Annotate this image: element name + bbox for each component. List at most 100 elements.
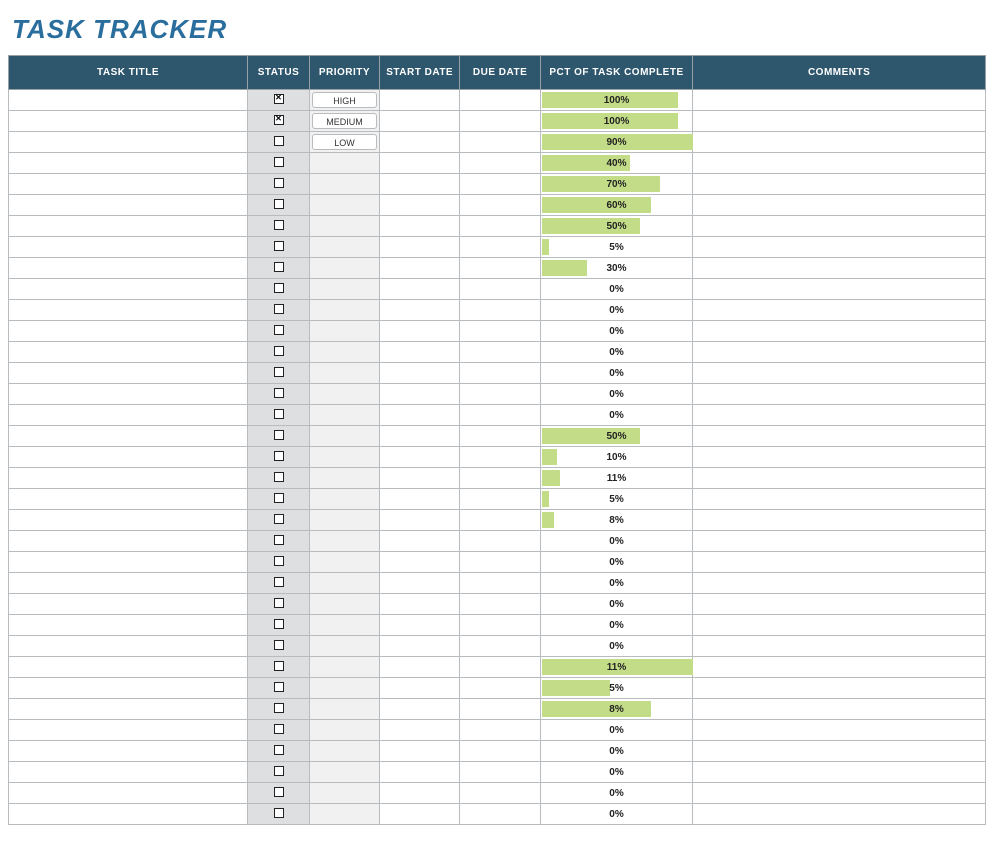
priority-cell[interactable]: HIGH [309, 90, 379, 111]
due-date-cell[interactable] [460, 762, 540, 783]
status-checkbox[interactable] [274, 766, 284, 776]
comments-cell[interactable] [693, 237, 986, 258]
pct-cell[interactable]: 5% [540, 678, 693, 699]
due-date-cell[interactable] [460, 258, 540, 279]
task-title-cell[interactable] [9, 363, 248, 384]
due-date-cell[interactable] [460, 531, 540, 552]
task-title-cell[interactable] [9, 321, 248, 342]
comments-cell[interactable] [693, 426, 986, 447]
pct-cell[interactable]: 0% [540, 741, 693, 762]
status-checkbox[interactable] [274, 388, 284, 398]
comments-cell[interactable] [693, 132, 986, 153]
task-title-cell[interactable] [9, 657, 248, 678]
comments-cell[interactable] [693, 657, 986, 678]
pct-cell[interactable]: 0% [540, 405, 693, 426]
priority-cell[interactable] [309, 384, 379, 405]
start-date-cell[interactable] [380, 552, 460, 573]
pct-cell[interactable]: 50% [540, 426, 693, 447]
priority-cell[interactable] [309, 741, 379, 762]
comments-cell[interactable] [693, 573, 986, 594]
due-date-cell[interactable] [460, 279, 540, 300]
priority-cell[interactable]: LOW [309, 132, 379, 153]
comments-cell[interactable] [693, 489, 986, 510]
task-title-cell[interactable] [9, 762, 248, 783]
status-checkbox[interactable] [274, 115, 284, 125]
due-date-cell[interactable] [460, 489, 540, 510]
comments-cell[interactable] [693, 615, 986, 636]
due-date-cell[interactable] [460, 405, 540, 426]
task-title-cell[interactable] [9, 426, 248, 447]
task-title-cell[interactable] [9, 237, 248, 258]
task-title-cell[interactable] [9, 783, 248, 804]
status-checkbox[interactable] [274, 325, 284, 335]
comments-cell[interactable] [693, 804, 986, 825]
comments-cell[interactable] [693, 636, 986, 657]
start-date-cell[interactable] [380, 384, 460, 405]
status-cell[interactable] [248, 258, 310, 279]
priority-cell[interactable] [309, 237, 379, 258]
status-checkbox[interactable] [274, 199, 284, 209]
pct-cell[interactable]: 100% [540, 111, 693, 132]
comments-cell[interactable] [693, 762, 986, 783]
task-title-cell[interactable] [9, 720, 248, 741]
task-title-cell[interactable] [9, 174, 248, 195]
comments-cell[interactable] [693, 783, 986, 804]
due-date-cell[interactable] [460, 363, 540, 384]
start-date-cell[interactable] [380, 300, 460, 321]
start-date-cell[interactable] [380, 90, 460, 111]
pct-cell[interactable]: 0% [540, 762, 693, 783]
due-date-cell[interactable] [460, 678, 540, 699]
status-checkbox[interactable] [274, 262, 284, 272]
due-date-cell[interactable] [460, 720, 540, 741]
pct-cell[interactable]: 70% [540, 174, 693, 195]
due-date-cell[interactable] [460, 804, 540, 825]
task-title-cell[interactable] [9, 741, 248, 762]
due-date-cell[interactable] [460, 594, 540, 615]
status-cell[interactable] [248, 489, 310, 510]
status-checkbox[interactable] [274, 598, 284, 608]
due-date-cell[interactable] [460, 342, 540, 363]
comments-cell[interactable] [693, 510, 986, 531]
priority-cell[interactable] [309, 321, 379, 342]
priority-cell[interactable] [309, 489, 379, 510]
priority-cell[interactable] [309, 678, 379, 699]
status-checkbox[interactable] [274, 703, 284, 713]
comments-cell[interactable] [693, 363, 986, 384]
status-checkbox[interactable] [274, 514, 284, 524]
comments-cell[interactable] [693, 699, 986, 720]
task-title-cell[interactable] [9, 447, 248, 468]
pct-cell[interactable]: 0% [540, 363, 693, 384]
start-date-cell[interactable] [380, 573, 460, 594]
pct-cell[interactable]: 50% [540, 216, 693, 237]
due-date-cell[interactable] [460, 132, 540, 153]
status-checkbox[interactable] [274, 346, 284, 356]
status-checkbox[interactable] [274, 535, 284, 545]
pct-cell[interactable]: 0% [540, 531, 693, 552]
priority-cell[interactable] [309, 300, 379, 321]
task-title-cell[interactable] [9, 552, 248, 573]
status-cell[interactable] [248, 384, 310, 405]
task-title-cell[interactable] [9, 279, 248, 300]
pct-cell[interactable]: 0% [540, 300, 693, 321]
status-checkbox[interactable] [274, 220, 284, 230]
status-checkbox[interactable] [274, 556, 284, 566]
status-cell[interactable] [248, 615, 310, 636]
due-date-cell[interactable] [460, 216, 540, 237]
status-cell[interactable] [248, 573, 310, 594]
comments-cell[interactable] [693, 342, 986, 363]
start-date-cell[interactable] [380, 321, 460, 342]
start-date-cell[interactable] [380, 804, 460, 825]
due-date-cell[interactable] [460, 699, 540, 720]
status-cell[interactable] [248, 762, 310, 783]
task-title-cell[interactable] [9, 510, 248, 531]
status-cell[interactable] [248, 363, 310, 384]
comments-cell[interactable] [693, 678, 986, 699]
status-cell[interactable] [248, 195, 310, 216]
task-title-cell[interactable] [9, 258, 248, 279]
status-cell[interactable] [248, 594, 310, 615]
start-date-cell[interactable] [380, 636, 460, 657]
due-date-cell[interactable] [460, 300, 540, 321]
status-cell[interactable] [248, 279, 310, 300]
status-checkbox[interactable] [274, 493, 284, 503]
task-title-cell[interactable] [9, 132, 248, 153]
